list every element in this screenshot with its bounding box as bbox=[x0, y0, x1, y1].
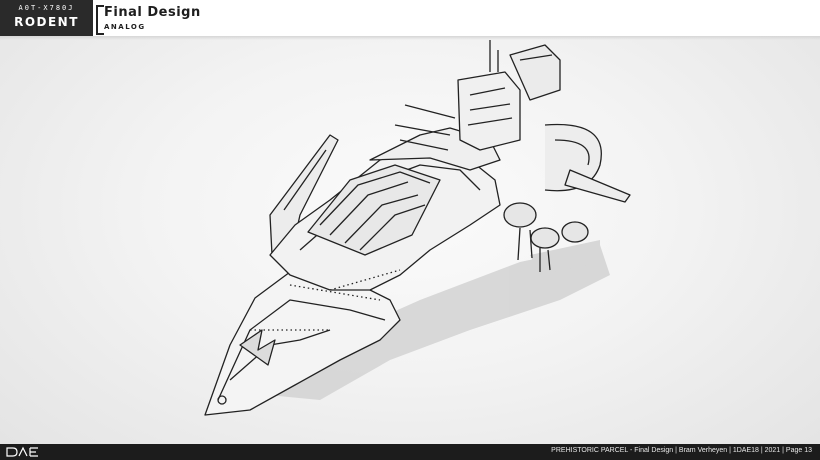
header-code-block: A0T-X780J RODENT bbox=[0, 0, 93, 36]
footer-bar: PREHISTORIC PARCEL - Final Design | Bram… bbox=[0, 444, 820, 460]
vehicle-body bbox=[204, 40, 631, 416]
page-subtitle: ANALOG bbox=[104, 23, 146, 31]
header-title-block bbox=[93, 0, 820, 36]
project-name: RODENT bbox=[14, 15, 79, 29]
dae-logo bbox=[6, 446, 38, 457]
page-title: Final Design bbox=[104, 5, 201, 20]
sketch-vehicle-icon bbox=[204, 40, 631, 416]
project-code: A0T-X780J bbox=[18, 4, 75, 12]
footer-caption: PREHISTORIC PARCEL - Final Design | Bram… bbox=[551, 447, 812, 454]
header-bracket bbox=[96, 5, 104, 35]
